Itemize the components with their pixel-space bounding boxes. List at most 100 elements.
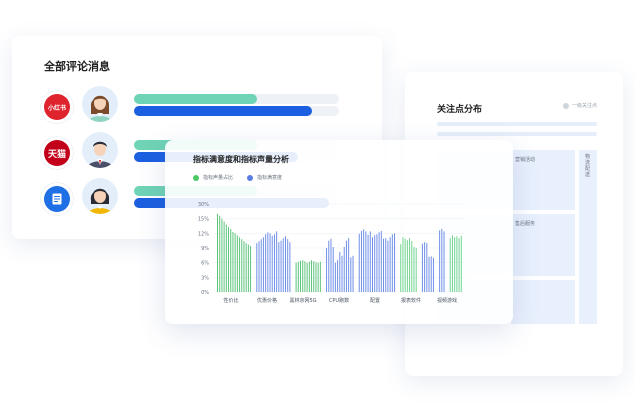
- bar[interactable]: [319, 261, 321, 292]
- bar[interactable]: [302, 260, 304, 292]
- bar[interactable]: [278, 242, 280, 292]
- bar[interactable]: [404, 238, 406, 292]
- bar[interactable]: [365, 231, 367, 292]
- bar[interactable]: [411, 241, 413, 292]
- bar[interactable]: [219, 215, 221, 292]
- bar[interactable]: [460, 235, 462, 292]
- bar[interactable]: [441, 228, 443, 292]
- bar[interactable]: [352, 255, 354, 292]
- bar[interactable]: [400, 244, 402, 292]
- bar[interactable]: [267, 232, 269, 292]
- bar[interactable]: [223, 221, 225, 292]
- bar[interactable]: [280, 240, 282, 292]
- bar[interactable]: [337, 260, 339, 292]
- bar[interactable]: [409, 238, 411, 292]
- bar[interactable]: [369, 231, 371, 292]
- bar[interactable]: [387, 240, 389, 292]
- bar[interactable]: [428, 256, 430, 292]
- bar[interactable]: [326, 248, 328, 292]
- bar[interactable]: [308, 261, 310, 292]
- focus-tile-logistics[interactable]: 物流配送: [579, 150, 597, 324]
- bar[interactable]: [415, 248, 417, 292]
- bar[interactable]: [402, 237, 404, 292]
- bar[interactable]: [334, 262, 336, 292]
- bar[interactable]: [367, 234, 369, 292]
- bar[interactable]: [443, 231, 445, 292]
- bar[interactable]: [260, 239, 262, 292]
- bar[interactable]: [313, 261, 315, 292]
- bar[interactable]: [360, 230, 362, 292]
- bar[interactable]: [241, 239, 243, 292]
- bar[interactable]: [332, 247, 334, 292]
- bar[interactable]: [228, 226, 230, 292]
- bar[interactable]: [345, 240, 347, 292]
- bar[interactable]: [269, 233, 271, 292]
- bar[interactable]: [297, 261, 299, 292]
- bar[interactable]: [378, 232, 380, 292]
- bar[interactable]: [430, 256, 432, 292]
- bar[interactable]: [262, 237, 264, 292]
- bar[interactable]: [282, 238, 284, 292]
- bar[interactable]: [432, 257, 434, 292]
- bar[interactable]: [317, 262, 319, 292]
- bar[interactable]: [265, 234, 267, 292]
- bar[interactable]: [424, 242, 426, 292]
- bar[interactable]: [289, 242, 291, 292]
- bar[interactable]: [273, 234, 275, 292]
- bar[interactable]: [363, 229, 365, 292]
- focus-tile-after-sales[interactable]: 售后服务: [511, 214, 575, 276]
- bar[interactable]: [304, 261, 306, 292]
- bar[interactable]: [284, 236, 286, 292]
- bar[interactable]: [358, 233, 360, 292]
- bar[interactable]: [247, 244, 249, 292]
- bar[interactable]: [426, 243, 428, 292]
- bar[interactable]: [350, 257, 352, 292]
- bar[interactable]: [236, 235, 238, 292]
- bar[interactable]: [315, 262, 317, 292]
- bar[interactable]: [374, 235, 376, 292]
- bar[interactable]: [458, 238, 460, 292]
- bar[interactable]: [376, 234, 378, 292]
- bar[interactable]: [300, 260, 301, 292]
- bar[interactable]: [454, 237, 456, 292]
- bar[interactable]: [348, 238, 350, 292]
- bar[interactable]: [339, 251, 341, 292]
- bar[interactable]: [389, 237, 391, 292]
- bar[interactable]: [330, 238, 332, 292]
- bar[interactable]: [245, 243, 247, 292]
- bar[interactable]: [217, 213, 218, 292]
- bar[interactable]: [385, 238, 387, 292]
- bar[interactable]: [225, 224, 227, 292]
- bar[interactable]: [221, 218, 223, 292]
- bar[interactable]: [421, 243, 423, 292]
- focus-tile-marketing[interactable]: 营销活动: [511, 150, 575, 210]
- bar[interactable]: [439, 230, 441, 292]
- bar[interactable]: [276, 231, 278, 292]
- bar[interactable]: [239, 237, 241, 292]
- bar[interactable]: [258, 241, 260, 292]
- bar[interactable]: [406, 240, 408, 292]
- bar[interactable]: [343, 247, 345, 292]
- bar[interactable]: [256, 243, 258, 292]
- bar[interactable]: [371, 237, 373, 292]
- bar[interactable]: [341, 255, 343, 292]
- focus-tile[interactable]: [511, 280, 575, 324]
- bar[interactable]: [449, 238, 451, 292]
- bar[interactable]: [391, 234, 393, 292]
- bar[interactable]: [311, 260, 313, 292]
- bar[interactable]: [230, 228, 232, 292]
- bar[interactable]: [232, 231, 234, 292]
- bar[interactable]: [287, 239, 289, 292]
- bar[interactable]: [394, 233, 396, 292]
- comment-row[interactable]: 小红书: [44, 86, 374, 130]
- bar[interactable]: [250, 246, 252, 292]
- bar[interactable]: [451, 235, 453, 292]
- bar[interactable]: [383, 238, 385, 292]
- bar[interactable]: [271, 235, 273, 292]
- bar[interactable]: [295, 262, 297, 292]
- bar[interactable]: [380, 230, 382, 292]
- bar[interactable]: [456, 236, 458, 292]
- bar[interactable]: [306, 262, 308, 292]
- bar[interactable]: [234, 233, 236, 292]
- bar[interactable]: [243, 241, 245, 292]
